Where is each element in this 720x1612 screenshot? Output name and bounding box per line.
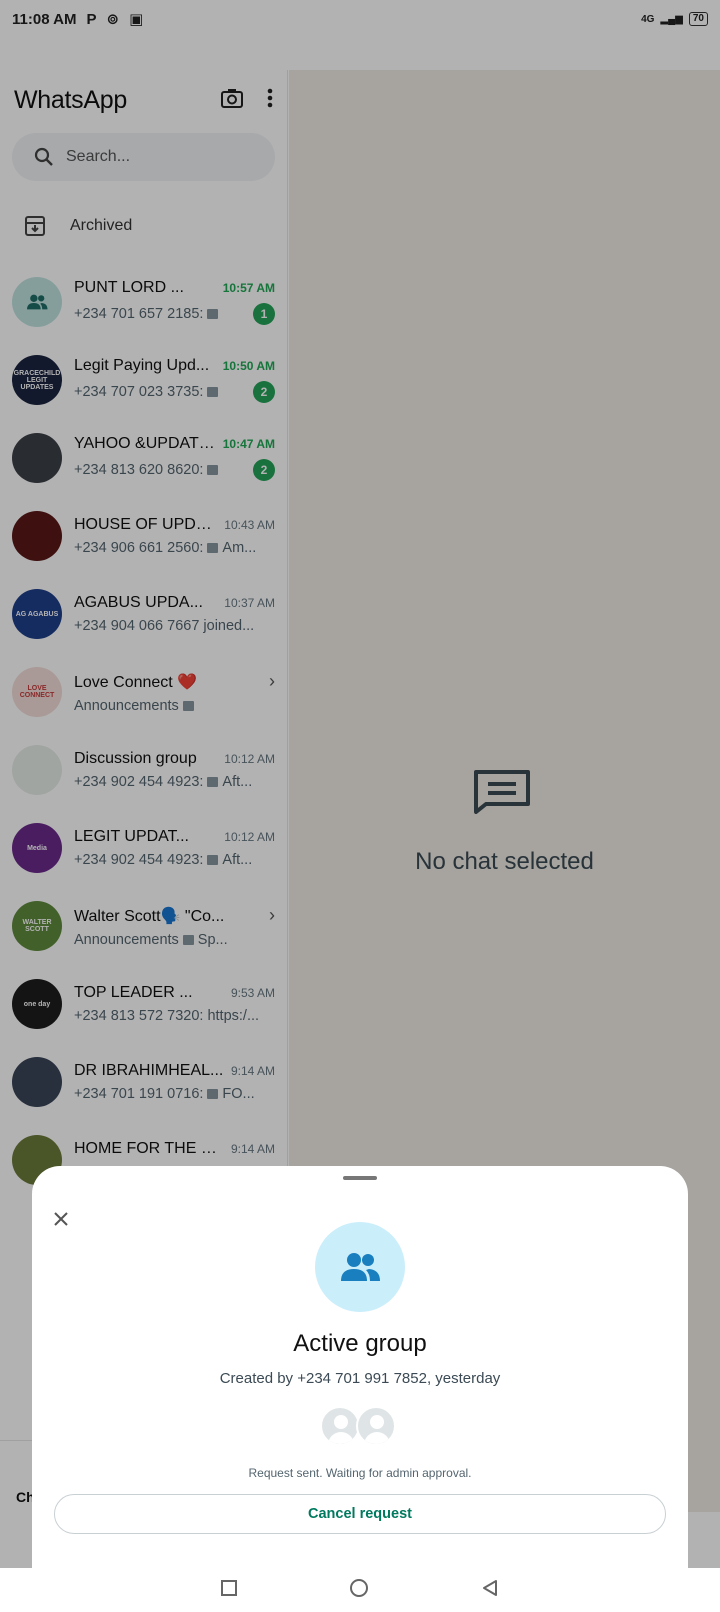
system-nav-bar	[0, 1568, 720, 1612]
drag-handle[interactable]	[343, 1176, 377, 1180]
close-icon	[54, 1212, 68, 1226]
back-button[interactable]	[481, 1579, 499, 1602]
group-icon	[341, 1253, 380, 1281]
group-subtitle: Created by +234 701 991 7852, yesterday	[219, 1370, 501, 1387]
recents-button[interactable]	[221, 1579, 237, 1601]
cancel-request-button[interactable]: Cancel request	[54, 1494, 666, 1534]
member-avatar	[356, 1406, 396, 1446]
member-avatar	[320, 1406, 360, 1446]
group-title: Active group	[293, 1330, 427, 1357]
home-button[interactable]	[349, 1578, 369, 1603]
request-note: Request sent. Waiting for admin approval…	[248, 1466, 472, 1480]
group-avatar	[315, 1222, 405, 1312]
close-button[interactable]	[46, 1204, 76, 1234]
group-info-sheet: Active group Created by +234 701 991 785…	[32, 1166, 688, 1568]
member-avatars	[320, 1406, 400, 1446]
